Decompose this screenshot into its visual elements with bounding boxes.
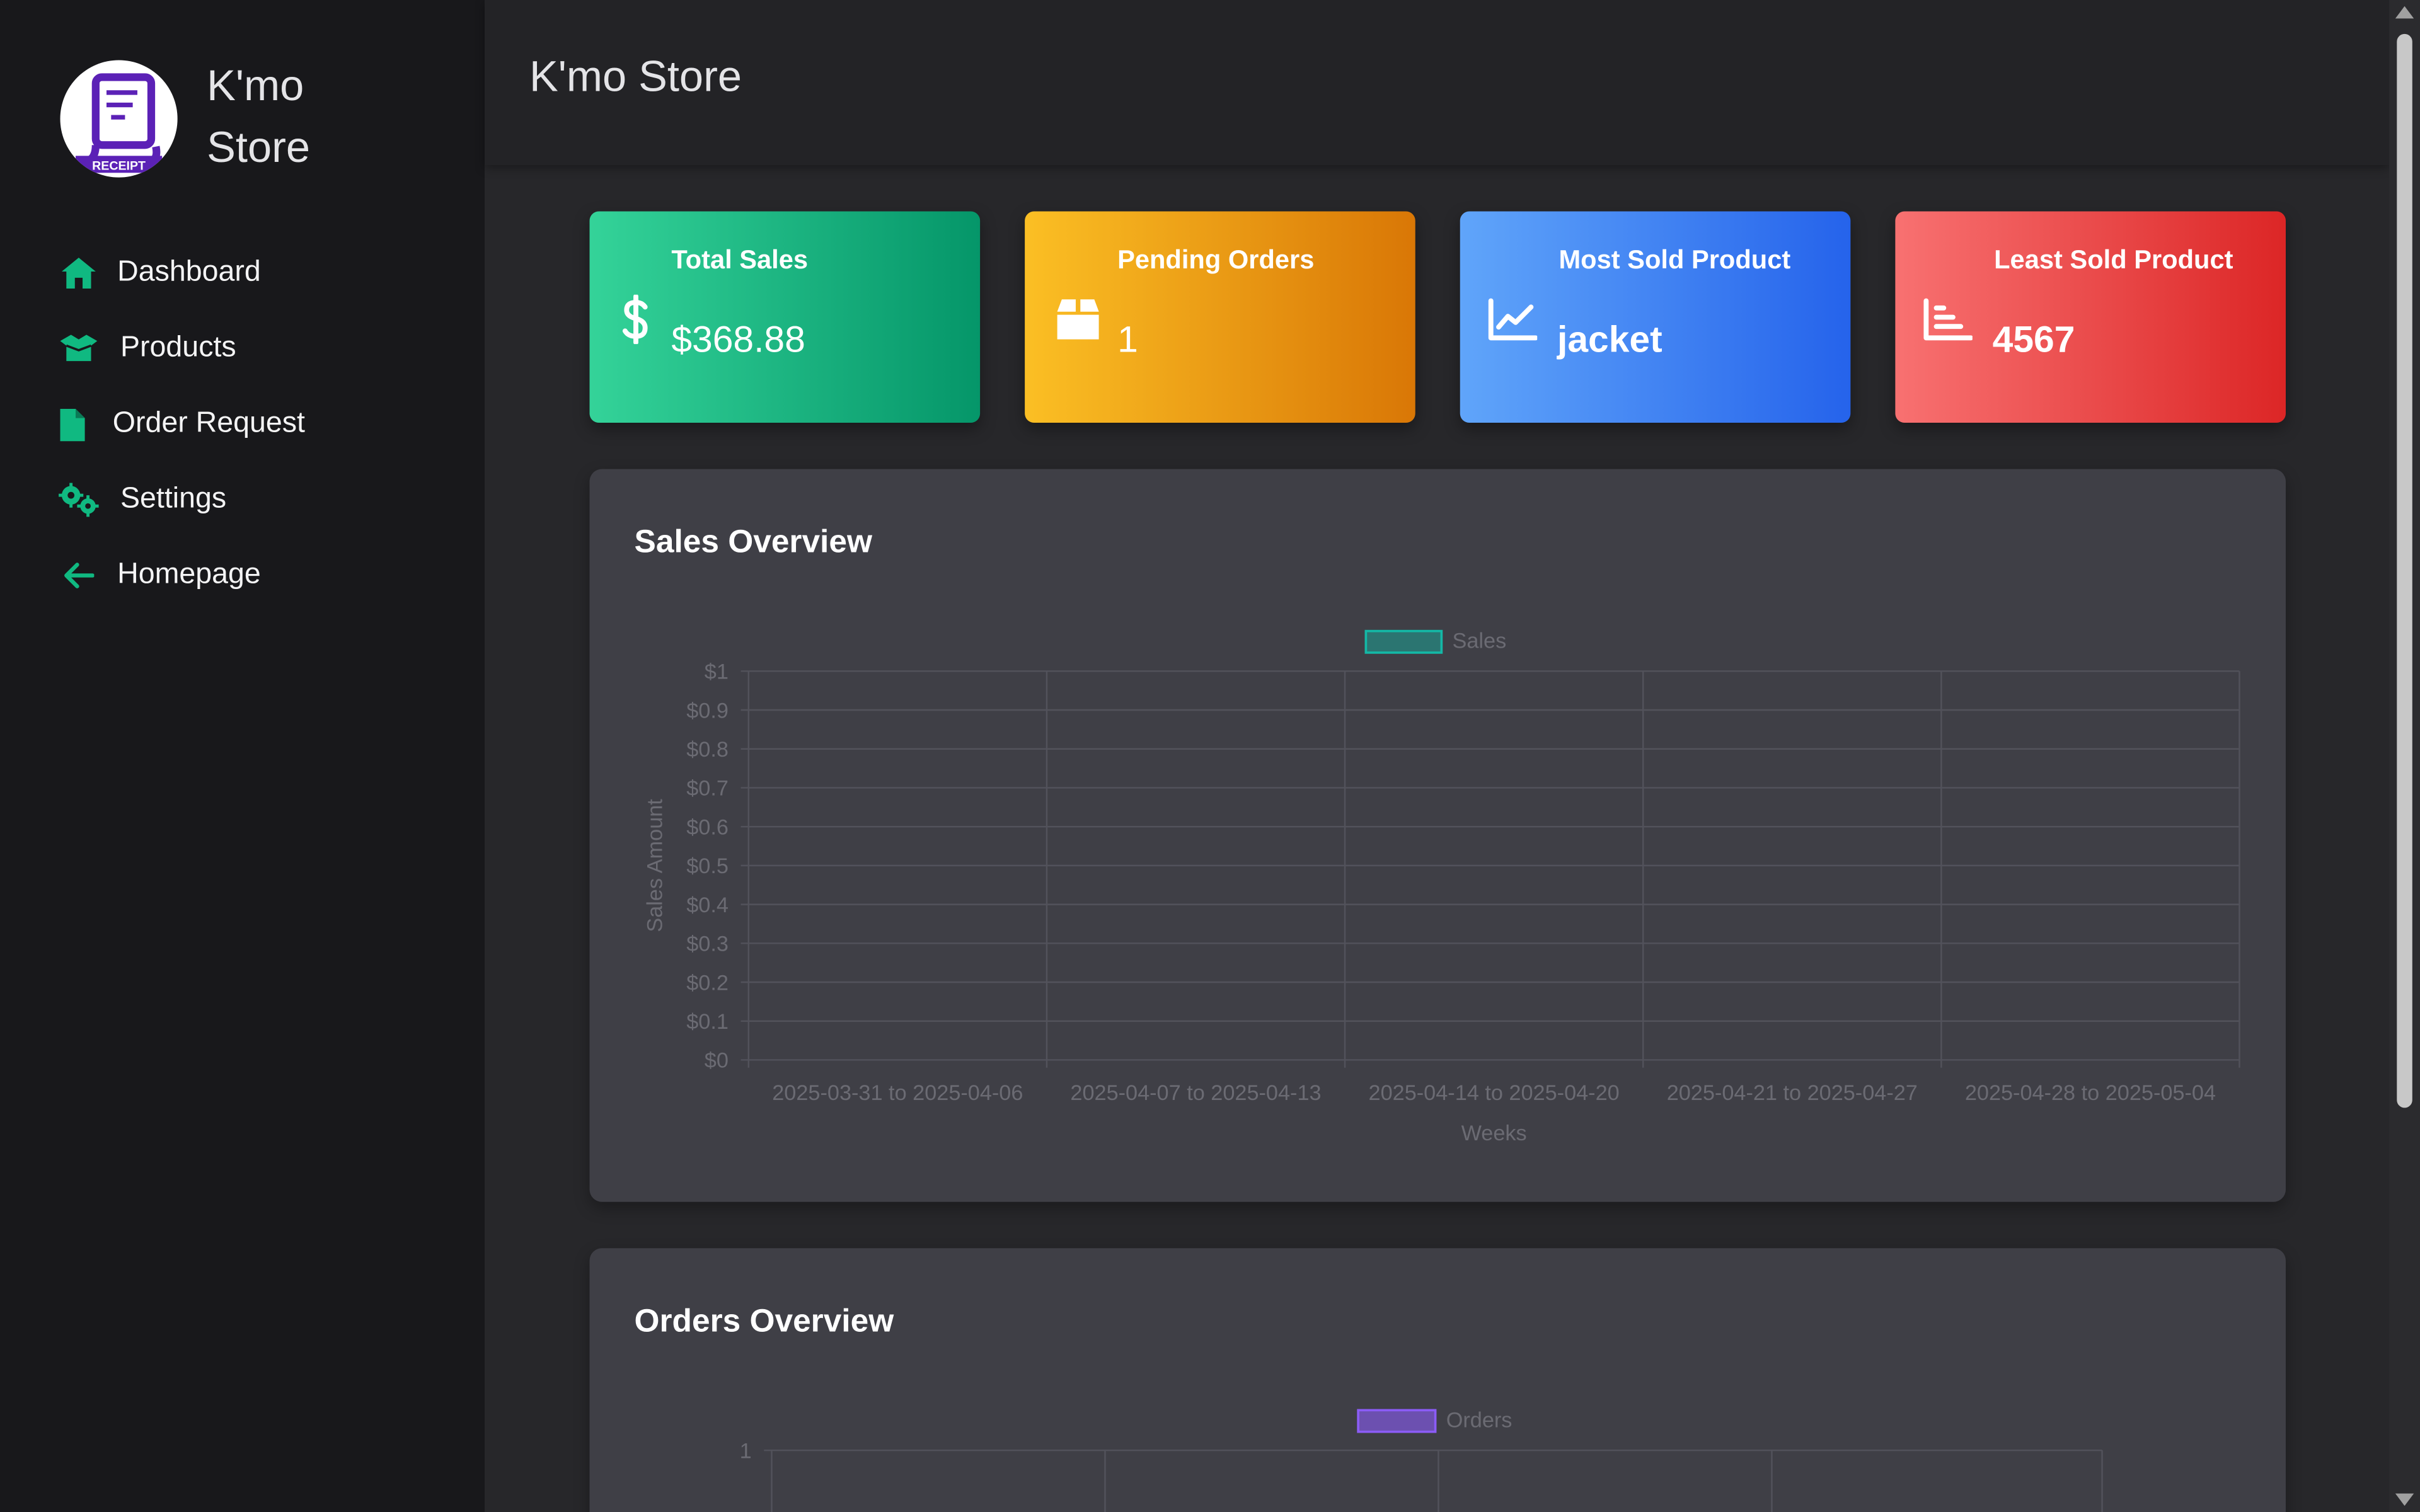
y-tick-label: $0.2 xyxy=(686,971,729,995)
sidebar-item-label: Settings xyxy=(120,483,227,515)
scroll-up-arrow-icon[interactable] xyxy=(2395,6,2414,19)
arrow-left-icon xyxy=(59,556,99,596)
sidebar-item-label: Products xyxy=(120,331,236,364)
card-title: Least Sold Product xyxy=(1994,245,2233,275)
logo-text: RECEIPT xyxy=(92,159,146,173)
y-tick-label: $0.5 xyxy=(686,854,729,878)
x-tick-label: 2025-04-21 to 2025-04-27 xyxy=(1667,1081,1918,1105)
sidebar-item-label: Homepage xyxy=(117,558,261,591)
y-tick-label: $1 xyxy=(705,660,729,684)
dollar-icon xyxy=(611,294,660,345)
card-title: Most Sold Product xyxy=(1559,245,1791,275)
sales-chart: Sales $0 $0.1 $0.2 $0.3 $0.4 $0.5 $0.6 $0.7 $0.8 $… xyxy=(643,629,2240,1145)
scroll-down-arrow-icon[interactable] xyxy=(2395,1493,2414,1506)
card-title: Total Sales xyxy=(671,245,809,275)
least-sold-product-card: Least Sold Product 4567 xyxy=(1895,211,2286,423)
legend-swatch[interactable] xyxy=(1357,1409,1437,1433)
y-tick-label: $0.1 xyxy=(686,1010,729,1034)
app-root: RECEIPT K'mo Store Dashboard Products Or… xyxy=(0,0,2420,1512)
sidebar-item-label: Order Request xyxy=(112,407,305,440)
y-tick-label: 1 xyxy=(740,1439,752,1463)
page-title: K'mo Store xyxy=(529,52,742,101)
box-open-icon xyxy=(59,329,99,369)
chart-line-icon xyxy=(1488,295,1538,344)
x-tick-label: 2025-03-31 to 2025-04-06 xyxy=(772,1081,1023,1105)
file-icon xyxy=(59,404,86,445)
most-sold-product-card: Most Sold Product jacket xyxy=(1460,211,1851,423)
card-value: 1 xyxy=(1117,319,1138,362)
sidebar: RECEIPT K'mo Store Dashboard Products Or… xyxy=(0,0,485,1512)
receipt-logo-icon: RECEIPT xyxy=(76,73,163,173)
y-tick-label: $0.9 xyxy=(686,699,729,723)
y-tick-label: $0.3 xyxy=(686,932,729,956)
card-title: Pending Orders xyxy=(1117,245,1315,275)
sidebar-item-homepage[interactable]: Homepage xyxy=(59,553,261,598)
sidebar-item-order-request[interactable]: Order Request xyxy=(59,401,305,447)
brand-name-line2: Store xyxy=(207,123,311,171)
card-value: jacket xyxy=(1557,319,1662,362)
gears-icon xyxy=(59,480,99,520)
sidebar-item-label: Dashboard xyxy=(117,256,261,289)
box-icon xyxy=(1052,295,1102,344)
x-axis-title: Weeks xyxy=(1461,1121,1527,1145)
x-tick-label: 2025-04-07 to 2025-04-13 xyxy=(1070,1081,1321,1105)
card-value: 4567 xyxy=(1992,319,2075,362)
sales-overview-panel: Sales Overview Sales $0 $0.1 $0.2 $0.3 $0.4 $0… xyxy=(589,469,2286,1202)
y-tick-label: $0.4 xyxy=(686,893,729,917)
sidebar-item-dashboard[interactable]: Dashboard xyxy=(59,250,261,296)
brand-name: K'mo Store xyxy=(207,55,310,179)
scrollbar-thumb[interactable] xyxy=(2397,33,2412,1108)
brand-name-line1: K'mo xyxy=(207,61,304,110)
y-tick-label: $0.8 xyxy=(686,738,729,762)
chart-bar-icon xyxy=(1923,295,1973,344)
total-sales-card: Total Sales $368.88 xyxy=(589,211,981,423)
pending-orders-card: Pending Orders 1 xyxy=(1025,211,1415,423)
card-value: $368.88 xyxy=(671,319,805,362)
orders-overview-panel: Orders Overview Orders 1 xyxy=(589,1248,2286,1512)
home-icon xyxy=(59,253,99,294)
y-tick-label: $0.6 xyxy=(686,815,729,839)
x-tick-label: 2025-04-14 to 2025-04-20 xyxy=(1369,1081,1620,1105)
legend-label[interactable]: Orders xyxy=(1446,1408,1512,1432)
orders-chart: Orders 1 xyxy=(740,1408,2103,1512)
store-logo[interactable]: RECEIPT xyxy=(60,60,178,178)
x-tick-label: 2025-04-28 to 2025-05-04 xyxy=(1965,1081,2216,1105)
sidebar-item-settings[interactable]: Settings xyxy=(59,477,226,523)
legend-swatch[interactable] xyxy=(1364,629,1443,654)
y-axis-title: Sales Amount xyxy=(643,799,667,932)
y-tick-label: $0.7 xyxy=(686,777,729,801)
top-header: K'mo Store xyxy=(484,0,2390,166)
y-tick-label: $0 xyxy=(705,1049,729,1073)
page-scrollbar[interactable] xyxy=(2389,0,2420,1512)
sidebar-item-products[interactable]: Products xyxy=(59,326,236,372)
legend-label[interactable]: Sales xyxy=(1453,629,1507,653)
